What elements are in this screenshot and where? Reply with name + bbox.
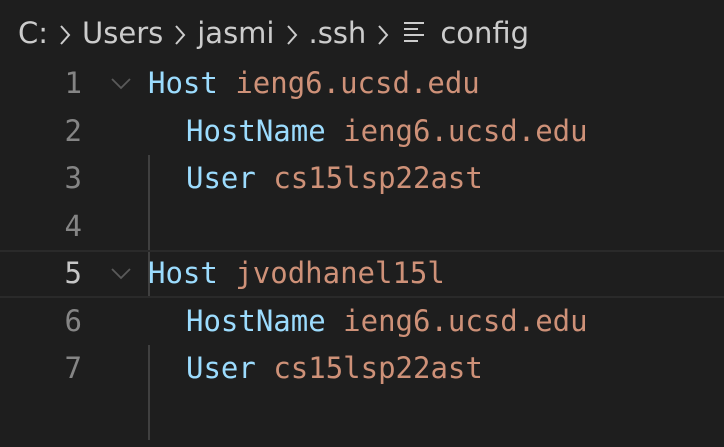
breadcrumb-drive[interactable]: C: xyxy=(18,16,48,50)
code-line-active[interactable]: 5 Host jvodhanel15l xyxy=(0,250,724,298)
code-line[interactable]: 7 User cs15lsp22ast xyxy=(0,345,724,393)
breadcrumb-ssh-folder[interactable]: .ssh xyxy=(309,16,367,50)
directive-value: ieng6.ucsd.edu xyxy=(235,66,480,100)
line-number: 2 xyxy=(64,113,82,148)
breadcrumb-users[interactable]: Users xyxy=(82,16,163,50)
line-number: 7 xyxy=(64,351,82,385)
directive-value: cs15lsp22ast xyxy=(273,351,483,385)
code-line[interactable]: 3 User cs15lsp22ast xyxy=(0,155,724,203)
code-editor[interactable]: 1 Host ieng6.ucsd.edu 2 HostName ieng6.u… xyxy=(0,60,724,440)
directive-value: jvodhanel15l xyxy=(235,256,445,290)
chevron-right-icon xyxy=(48,16,82,50)
directive-keyword: HostName xyxy=(186,303,326,338)
line-number: 3 xyxy=(64,161,82,195)
code-line[interactable]: 1 Host ieng6.ucsd.edu xyxy=(0,60,724,108)
code-line[interactable]: 2 HostName ieng6.ucsd.edu xyxy=(0,108,724,156)
chevron-right-icon xyxy=(163,16,197,50)
breadcrumb: C: Users jasmi .ssh config xyxy=(0,0,724,66)
directive-keyword: HostName xyxy=(186,113,326,148)
directive-keyword: Host xyxy=(148,66,218,100)
code-line[interactable]: 4 xyxy=(0,203,724,251)
chevron-down-icon[interactable] xyxy=(108,250,134,298)
code-line[interactable]: 6 HostName ieng6.ucsd.edu xyxy=(0,298,724,346)
directive-keyword: User xyxy=(186,161,256,195)
directive-keyword: Host xyxy=(148,256,218,290)
breadcrumb-user-folder[interactable]: jasmi xyxy=(197,16,274,50)
line-number: 6 xyxy=(64,303,82,338)
breadcrumb-file[interactable]: config xyxy=(440,16,529,50)
directive-value: ieng6.ucsd.edu xyxy=(343,303,588,338)
chevron-right-icon xyxy=(275,16,309,50)
directive-keyword: User xyxy=(186,351,256,385)
chevron-down-icon[interactable] xyxy=(108,60,134,108)
directive-value: ieng6.ucsd.edu xyxy=(343,113,588,148)
line-number: 1 xyxy=(64,66,82,100)
line-number: 5 xyxy=(64,256,82,290)
text-lines-icon xyxy=(402,16,428,50)
line-number: 4 xyxy=(64,208,82,243)
chevron-right-icon xyxy=(366,16,400,50)
directive-value: cs15lsp22ast xyxy=(273,161,483,195)
